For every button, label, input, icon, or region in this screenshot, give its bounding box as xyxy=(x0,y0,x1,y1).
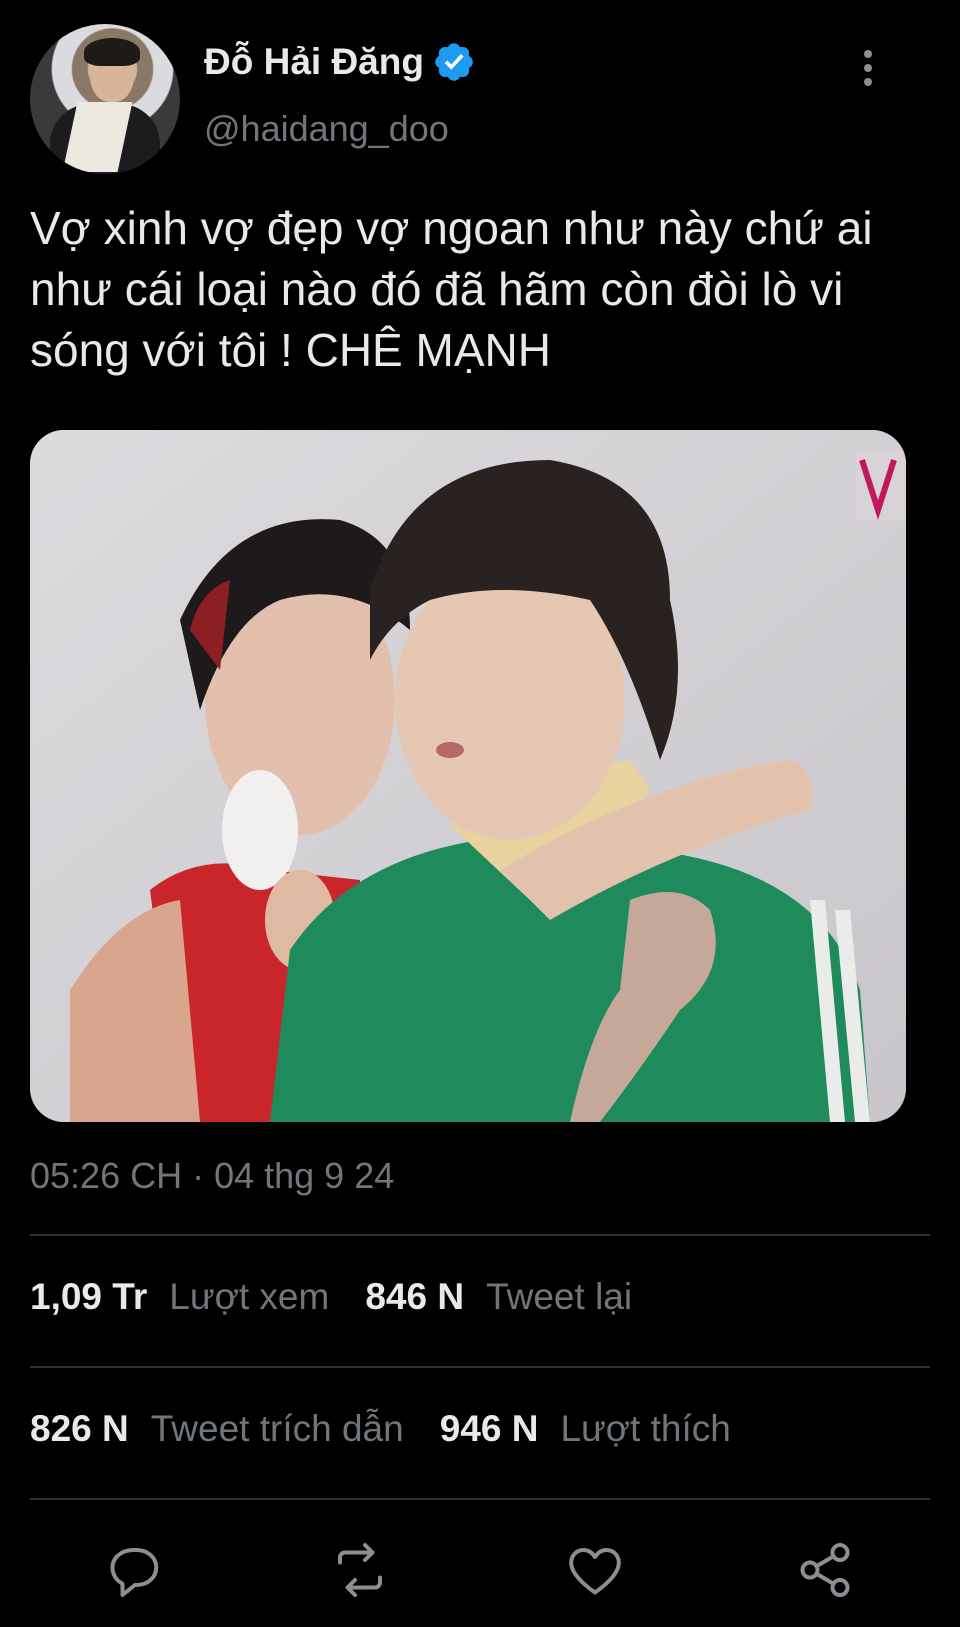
action-bar xyxy=(0,1540,960,1600)
share-icon[interactable] xyxy=(795,1540,855,1600)
tweet-media-photo[interactable] xyxy=(30,430,906,1122)
stats-row-1: 1,09 Tr Lượt xem 846 N Tweet lại xyxy=(30,1276,668,1318)
divider xyxy=(30,1234,930,1236)
likes-count[interactable]: 946 N xyxy=(440,1408,539,1450)
divider xyxy=(30,1366,930,1368)
reply-icon[interactable] xyxy=(105,1540,165,1600)
heart-icon[interactable] xyxy=(565,1540,625,1600)
divider xyxy=(30,1498,930,1500)
quotes-count[interactable]: 826 N xyxy=(30,1408,129,1450)
quotes-label[interactable]: Tweet trích dẫn xyxy=(151,1408,404,1450)
retweets-count[interactable]: 846 N xyxy=(365,1276,464,1318)
views-label: Lượt xem xyxy=(169,1276,330,1317)
stats-row-2: 826 N Tweet trích dẫn 946 N Lượt thích xyxy=(30,1408,767,1450)
more-vertical-icon[interactable] xyxy=(856,50,880,94)
tweet-text: Vợ xinh vợ đẹp vợ ngoan như này chứ ai n… xyxy=(30,202,873,376)
views-count: 1,09 Tr xyxy=(30,1276,148,1317)
author-name-row[interactable]: Đỗ Hải Đăng xyxy=(204,40,476,84)
avatar-hair xyxy=(84,38,140,66)
tweet-timestamp: 05:26 CH · 04 thg 9 24 xyxy=(30,1155,395,1196)
retweets-label[interactable]: Tweet lại xyxy=(486,1276,632,1318)
likes-label[interactable]: Lượt thích xyxy=(560,1408,730,1450)
retweet-icon[interactable] xyxy=(330,1540,390,1600)
verified-badge-icon xyxy=(435,43,473,81)
author-handle[interactable]: @haidang_doo xyxy=(204,108,449,150)
photo-illustration xyxy=(30,430,906,1122)
author-avatar[interactable] xyxy=(30,24,180,174)
author-display-name[interactable]: Đỗ Hải Đăng xyxy=(204,41,424,83)
